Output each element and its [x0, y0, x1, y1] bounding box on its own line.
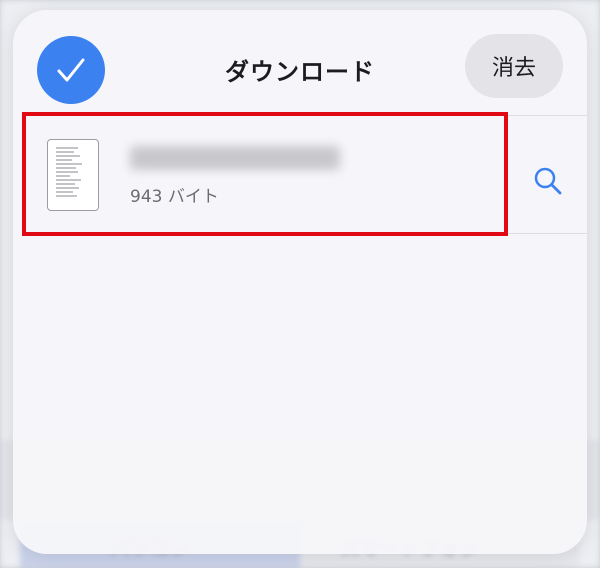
popover-header: ダウンロード 消去 [13, 10, 587, 116]
file-name [130, 146, 340, 170]
clear-button[interactable]: 消去 [465, 34, 563, 98]
document-icon [47, 139, 99, 211]
download-item[interactable]: 943 バイト [13, 116, 587, 234]
magnifier-icon [534, 167, 562, 195]
show-in-finder-button[interactable] [531, 164, 565, 198]
file-size: 943 バイト [130, 187, 219, 207]
downloads-popover: ダウンロード 消去 943 バイト [13, 10, 587, 554]
divider [23, 233, 587, 234]
